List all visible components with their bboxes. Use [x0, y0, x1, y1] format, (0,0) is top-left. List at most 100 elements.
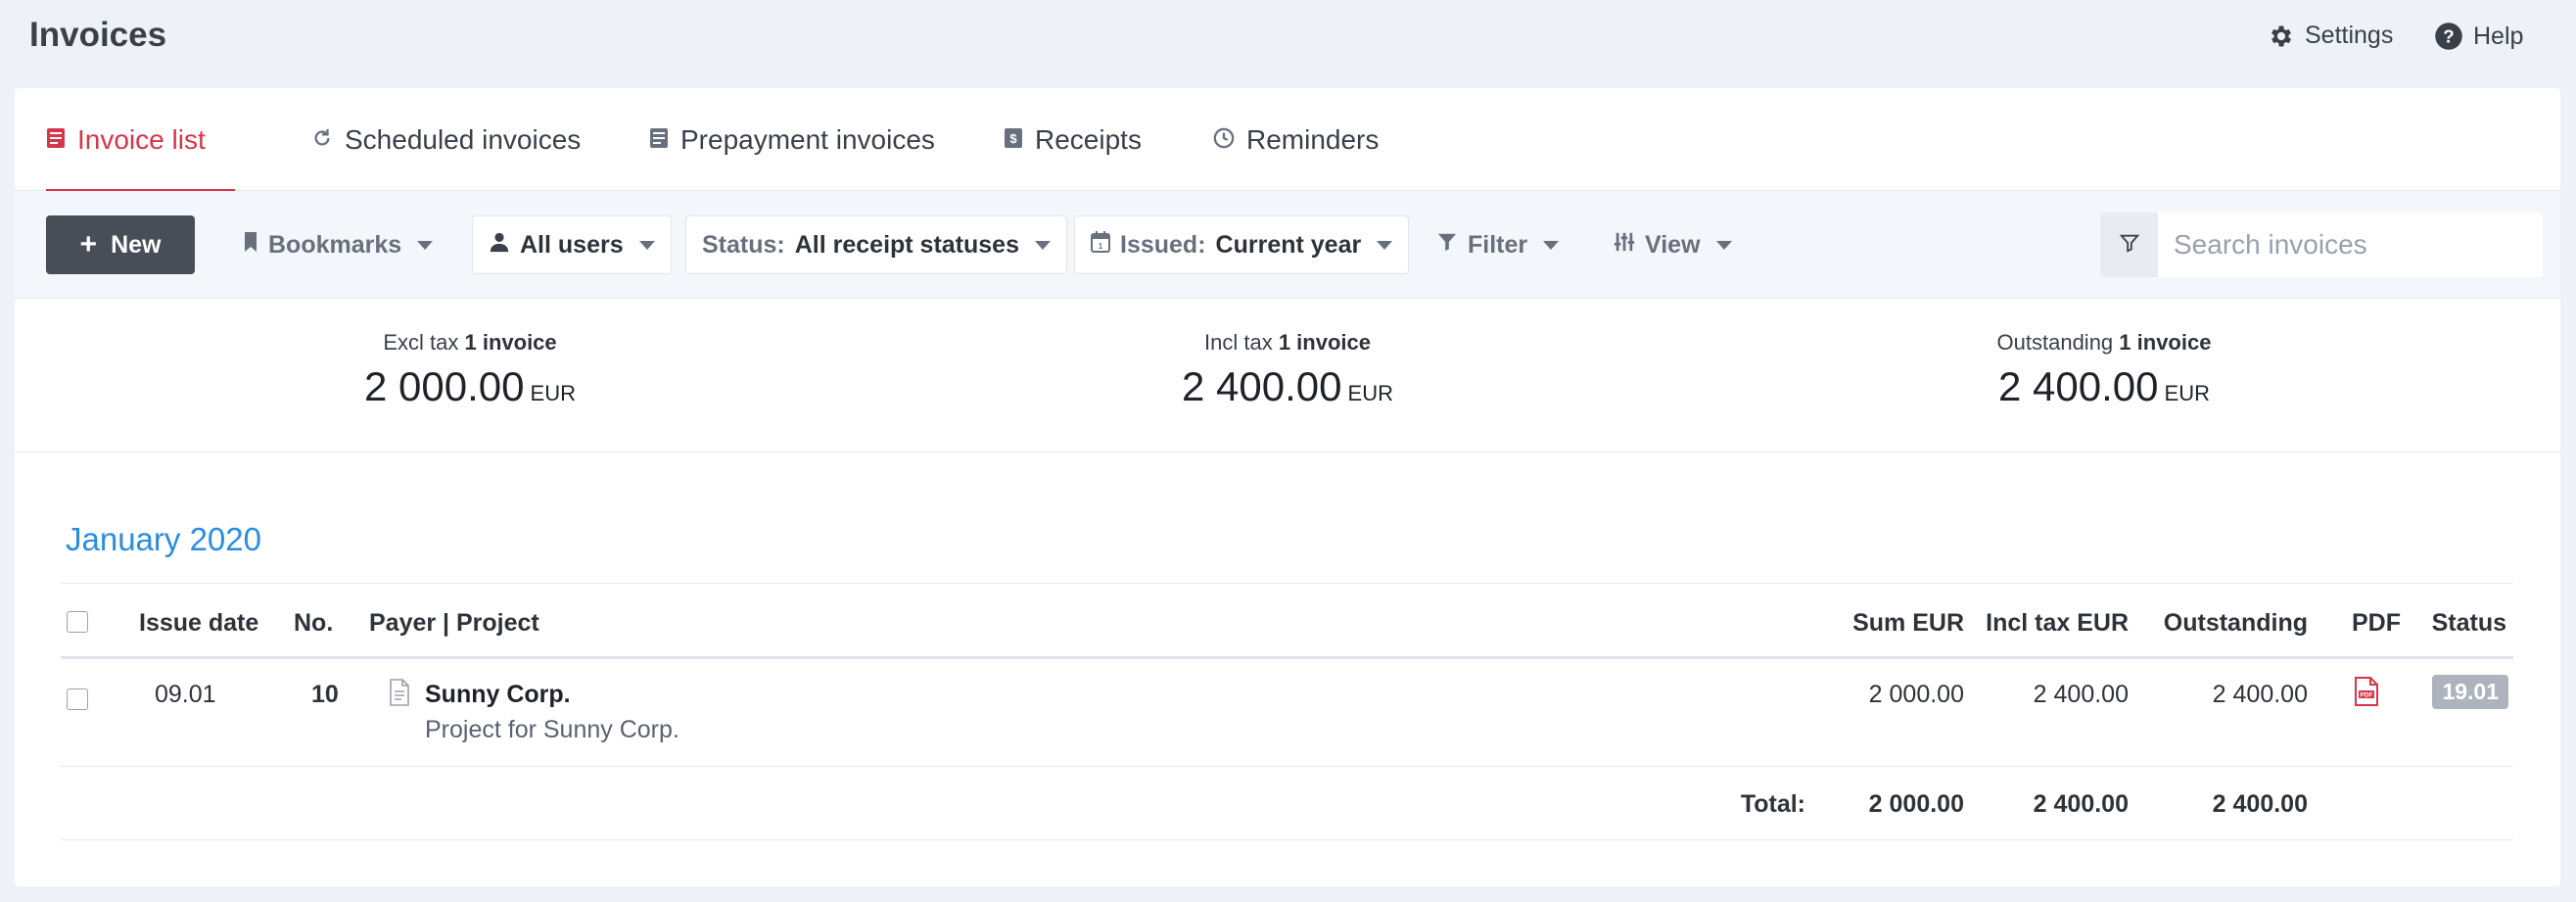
tab-label: Invoice list — [77, 123, 206, 155]
chevron-down-icon — [417, 240, 434, 250]
summary-incl-tax: Incl tax 1 invoice 2 400.00 EUR — [1092, 330, 1483, 410]
project-name: Project for Sunny Corp. — [425, 716, 679, 743]
tab-reminders[interactable]: Reminders — [1213, 88, 1379, 191]
summary-excl-tax: Excl tax 1 invoice 2 000.00 EUR — [274, 330, 666, 410]
help-label: Help — [2473, 22, 2524, 50]
new-button-label: New — [111, 230, 162, 259]
tab-bar: Invoice list Scheduled invoices Prepayme… — [15, 88, 2560, 192]
summary-amount: 2 400.00 — [1182, 363, 1342, 409]
sum-amount: 2 000.00 — [1868, 681, 1964, 708]
bookmarks-dropdown[interactable]: Bookmarks — [243, 215, 434, 274]
total-outstanding: 2 400.00 — [2212, 790, 2308, 818]
tab-label: Scheduled invoices — [345, 123, 582, 155]
header-sum[interactable]: Sum EUR — [1852, 609, 1964, 638]
total-sum: 2 000.00 — [1868, 790, 1964, 818]
tab-receipts[interactable]: $ Receipts — [1004, 88, 1142, 191]
help-link[interactable]: ? Help — [2434, 22, 2523, 51]
view-dropdown[interactable]: View — [1614, 215, 1732, 274]
status-prefix: Status: — [702, 230, 785, 259]
tab-label: Prepayment invoices — [680, 123, 935, 155]
status-badge[interactable]: 19.01 — [2432, 675, 2508, 709]
payer-name[interactable]: Sunny Corp. — [425, 681, 571, 709]
incl-tax-amount: 2 400.00 — [2033, 681, 2129, 708]
issued-dropdown[interactable]: 1 Issued: Current year — [1074, 215, 1410, 274]
search-filter-button[interactable] — [2100, 213, 2158, 277]
totals-row: Total: 2 000.00 2 400.00 2 400.00 — [61, 767, 2513, 840]
header-status[interactable]: Status — [2432, 609, 2506, 638]
summary-count: 1 invoice — [2119, 330, 2212, 355]
chevron-down-icon — [1035, 240, 1051, 250]
tab-scheduled-invoices[interactable]: Scheduled invoices — [311, 88, 581, 191]
invoice-icon — [46, 124, 66, 156]
tab-label: Reminders — [1246, 123, 1380, 155]
filter-dropdown[interactable]: Filter — [1436, 215, 1560, 274]
sliders-icon — [1614, 231, 1635, 260]
summary-count: 1 invoice — [1278, 330, 1371, 355]
filter-icon — [1436, 231, 1458, 260]
issue-date: 09.01 — [155, 681, 216, 708]
header-outstanding[interactable]: Outstanding — [2164, 609, 2308, 638]
main-card: Invoice list Scheduled invoices Prepayme… — [15, 88, 2560, 886]
gear-icon — [2268, 23, 2295, 50]
total-incl-tax: 2 400.00 — [2033, 790, 2129, 818]
summary-count: 1 invoice — [464, 330, 557, 355]
pdf-icon[interactable]: PDF — [2353, 677, 2380, 713]
svg-text:$: $ — [1009, 131, 1017, 146]
table-row[interactable]: 09.01 10 Sunny Corp. Project for Sunny C… — [61, 659, 2513, 767]
chevron-down-icon — [1543, 240, 1560, 250]
header-no[interactable]: No. — [294, 609, 333, 638]
chevron-down-icon — [638, 240, 655, 250]
document-icon — [389, 679, 410, 713]
settings-label: Settings — [2305, 22, 2394, 49]
header-payer-project[interactable]: Payer | Project — [369, 609, 539, 638]
status-dropdown[interactable]: Status: All receipt statuses — [685, 215, 1067, 274]
settings-link[interactable]: Settings — [2268, 22, 2393, 50]
svg-text:?: ? — [2443, 25, 2454, 46]
total-label: Total: — [1740, 790, 1805, 818]
page-title: Invoices — [29, 16, 167, 54]
clock-icon — [1213, 124, 1235, 156]
issued-prefix: Issued: — [1120, 230, 1206, 259]
users-dropdown[interactable]: All users — [472, 215, 672, 274]
table-header: Issue date No. Payer | Project Sum EUR I… — [61, 583, 2513, 659]
tab-label: Receipts — [1035, 123, 1142, 155]
outstanding-amount: 2 400.00 — [2212, 681, 2308, 708]
month-group-title: January 2020 — [66, 521, 261, 557]
select-all-checkbox[interactable] — [67, 611, 88, 633]
bookmarks-label: Bookmarks — [268, 230, 402, 259]
view-label: View — [1645, 230, 1701, 259]
summary-outstanding: Outstanding 1 invoice 2 400.00 EUR — [1908, 330, 2300, 410]
toolbar: + New Bookmarks All users Status: All re… — [15, 191, 2560, 299]
issued-value: Current year — [1215, 230, 1362, 259]
header-issue-date[interactable]: Issue date — [139, 609, 258, 638]
summary-currency: EUR — [530, 381, 576, 405]
summary-amount: 2 400.00 — [1998, 363, 2159, 409]
row-checkbox[interactable] — [67, 688, 88, 710]
filter-icon — [2119, 232, 2140, 259]
svg-text:1: 1 — [1099, 242, 1103, 251]
summary-currency: EUR — [2164, 381, 2210, 405]
bookmark-icon — [243, 231, 258, 260]
summary-panel: Excl tax 1 invoice 2 000.00 EUR Incl tax … — [15, 299, 2560, 452]
new-button[interactable]: + New — [46, 215, 195, 274]
search-box — [2100, 213, 2543, 277]
filter-label: Filter — [1468, 230, 1528, 259]
status-value: All receipt statuses — [794, 230, 1019, 259]
calendar-icon: 1 — [1091, 230, 1110, 260]
summary-amount: 2 000.00 — [364, 363, 525, 409]
search-input[interactable] — [2158, 213, 2543, 277]
summary-label: Excl tax — [383, 330, 459, 355]
help-icon: ? — [2434, 22, 2463, 51]
chevron-down-icon — [1715, 240, 1732, 250]
summary-label: Incl tax — [1204, 330, 1273, 355]
users-label: All users — [520, 230, 624, 259]
svg-text:PDF: PDF — [2361, 692, 2373, 699]
plus-icon: + — [79, 228, 98, 261]
tab-invoice-list[interactable]: Invoice list — [46, 88, 235, 192]
header-incl-tax[interactable]: Incl tax EUR — [1986, 609, 2129, 638]
receipt-icon: $ — [1004, 124, 1023, 156]
refresh-icon — [311, 124, 333, 156]
top-bar: Invoices Settings ? Help — [0, 0, 2576, 74]
header-pdf: PDF — [2352, 609, 2401, 637]
tab-prepayment-invoices[interactable]: Prepayment invoices — [649, 88, 935, 191]
